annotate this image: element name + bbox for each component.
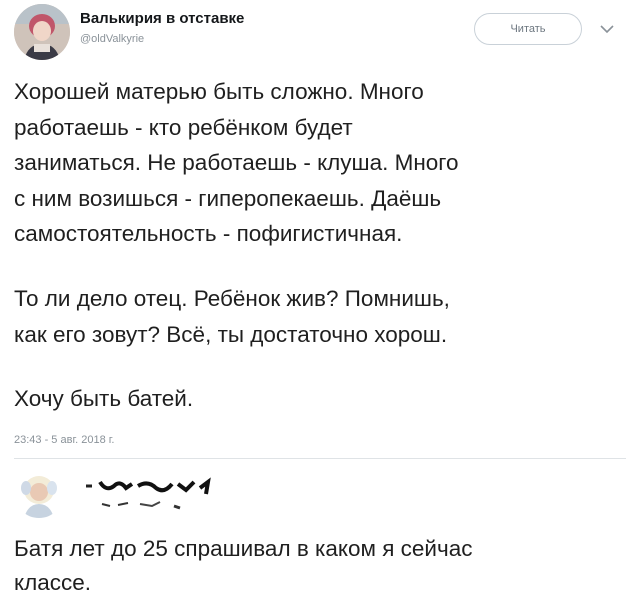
tweet-paragraph-3: Хочу быть батей. <box>14 381 626 417</box>
tweet-timestamp[interactable]: 23:43 - 5 авг. 2018 г. <box>14 434 114 446</box>
tweet-line: То ли дело отец. Ребёнок жив? Помнишь, <box>14 286 450 311</box>
tweet-line: самостоятельность - пофигистичная. <box>14 221 403 246</box>
divider <box>14 458 626 459</box>
author-display-name[interactable]: Валькирия в отставке <box>80 10 244 27</box>
tweet-line: Хочу быть батей. <box>14 386 194 411</box>
author-handle[interactable]: @oldValkyrie <box>80 33 144 45</box>
reply-line: классе. <box>14 570 92 595</box>
follow-button[interactable]: Читать <box>474 13 582 45</box>
author-avatar[interactable] <box>14 4 70 60</box>
tweet-line: работаешь - кто ребёнком будет <box>14 114 353 140</box>
tweet-line: как его зовут? Всё, ты достаточно хорош. <box>14 321 448 347</box>
tweet-line: заниматься. Не работаешь - клуша. Много <box>14 150 459 175</box>
reply-name-scribble <box>86 477 211 510</box>
tweet-paragraph-2: То ли дело отец. Ребёнок жив? Помнишь, к… <box>14 281 626 352</box>
tweet-line: Хорошей матерью быть сложно. Много <box>14 79 424 104</box>
reply-text: Батя лет до 25 спрашивал в каком я сейча… <box>14 532 626 600</box>
tweet-paragraph-1: Хорошей матерью быть сложно. Много работ… <box>14 74 626 252</box>
reply-avatar-blurred <box>14 468 64 518</box>
chevron-down-icon[interactable] <box>600 24 614 34</box>
tweet-line: с ним возишься - гиперопекаешь. Даёшь <box>14 185 442 211</box>
reply-line: Батя лет до 25 спрашивал в каком я сейча… <box>14 536 473 561</box>
